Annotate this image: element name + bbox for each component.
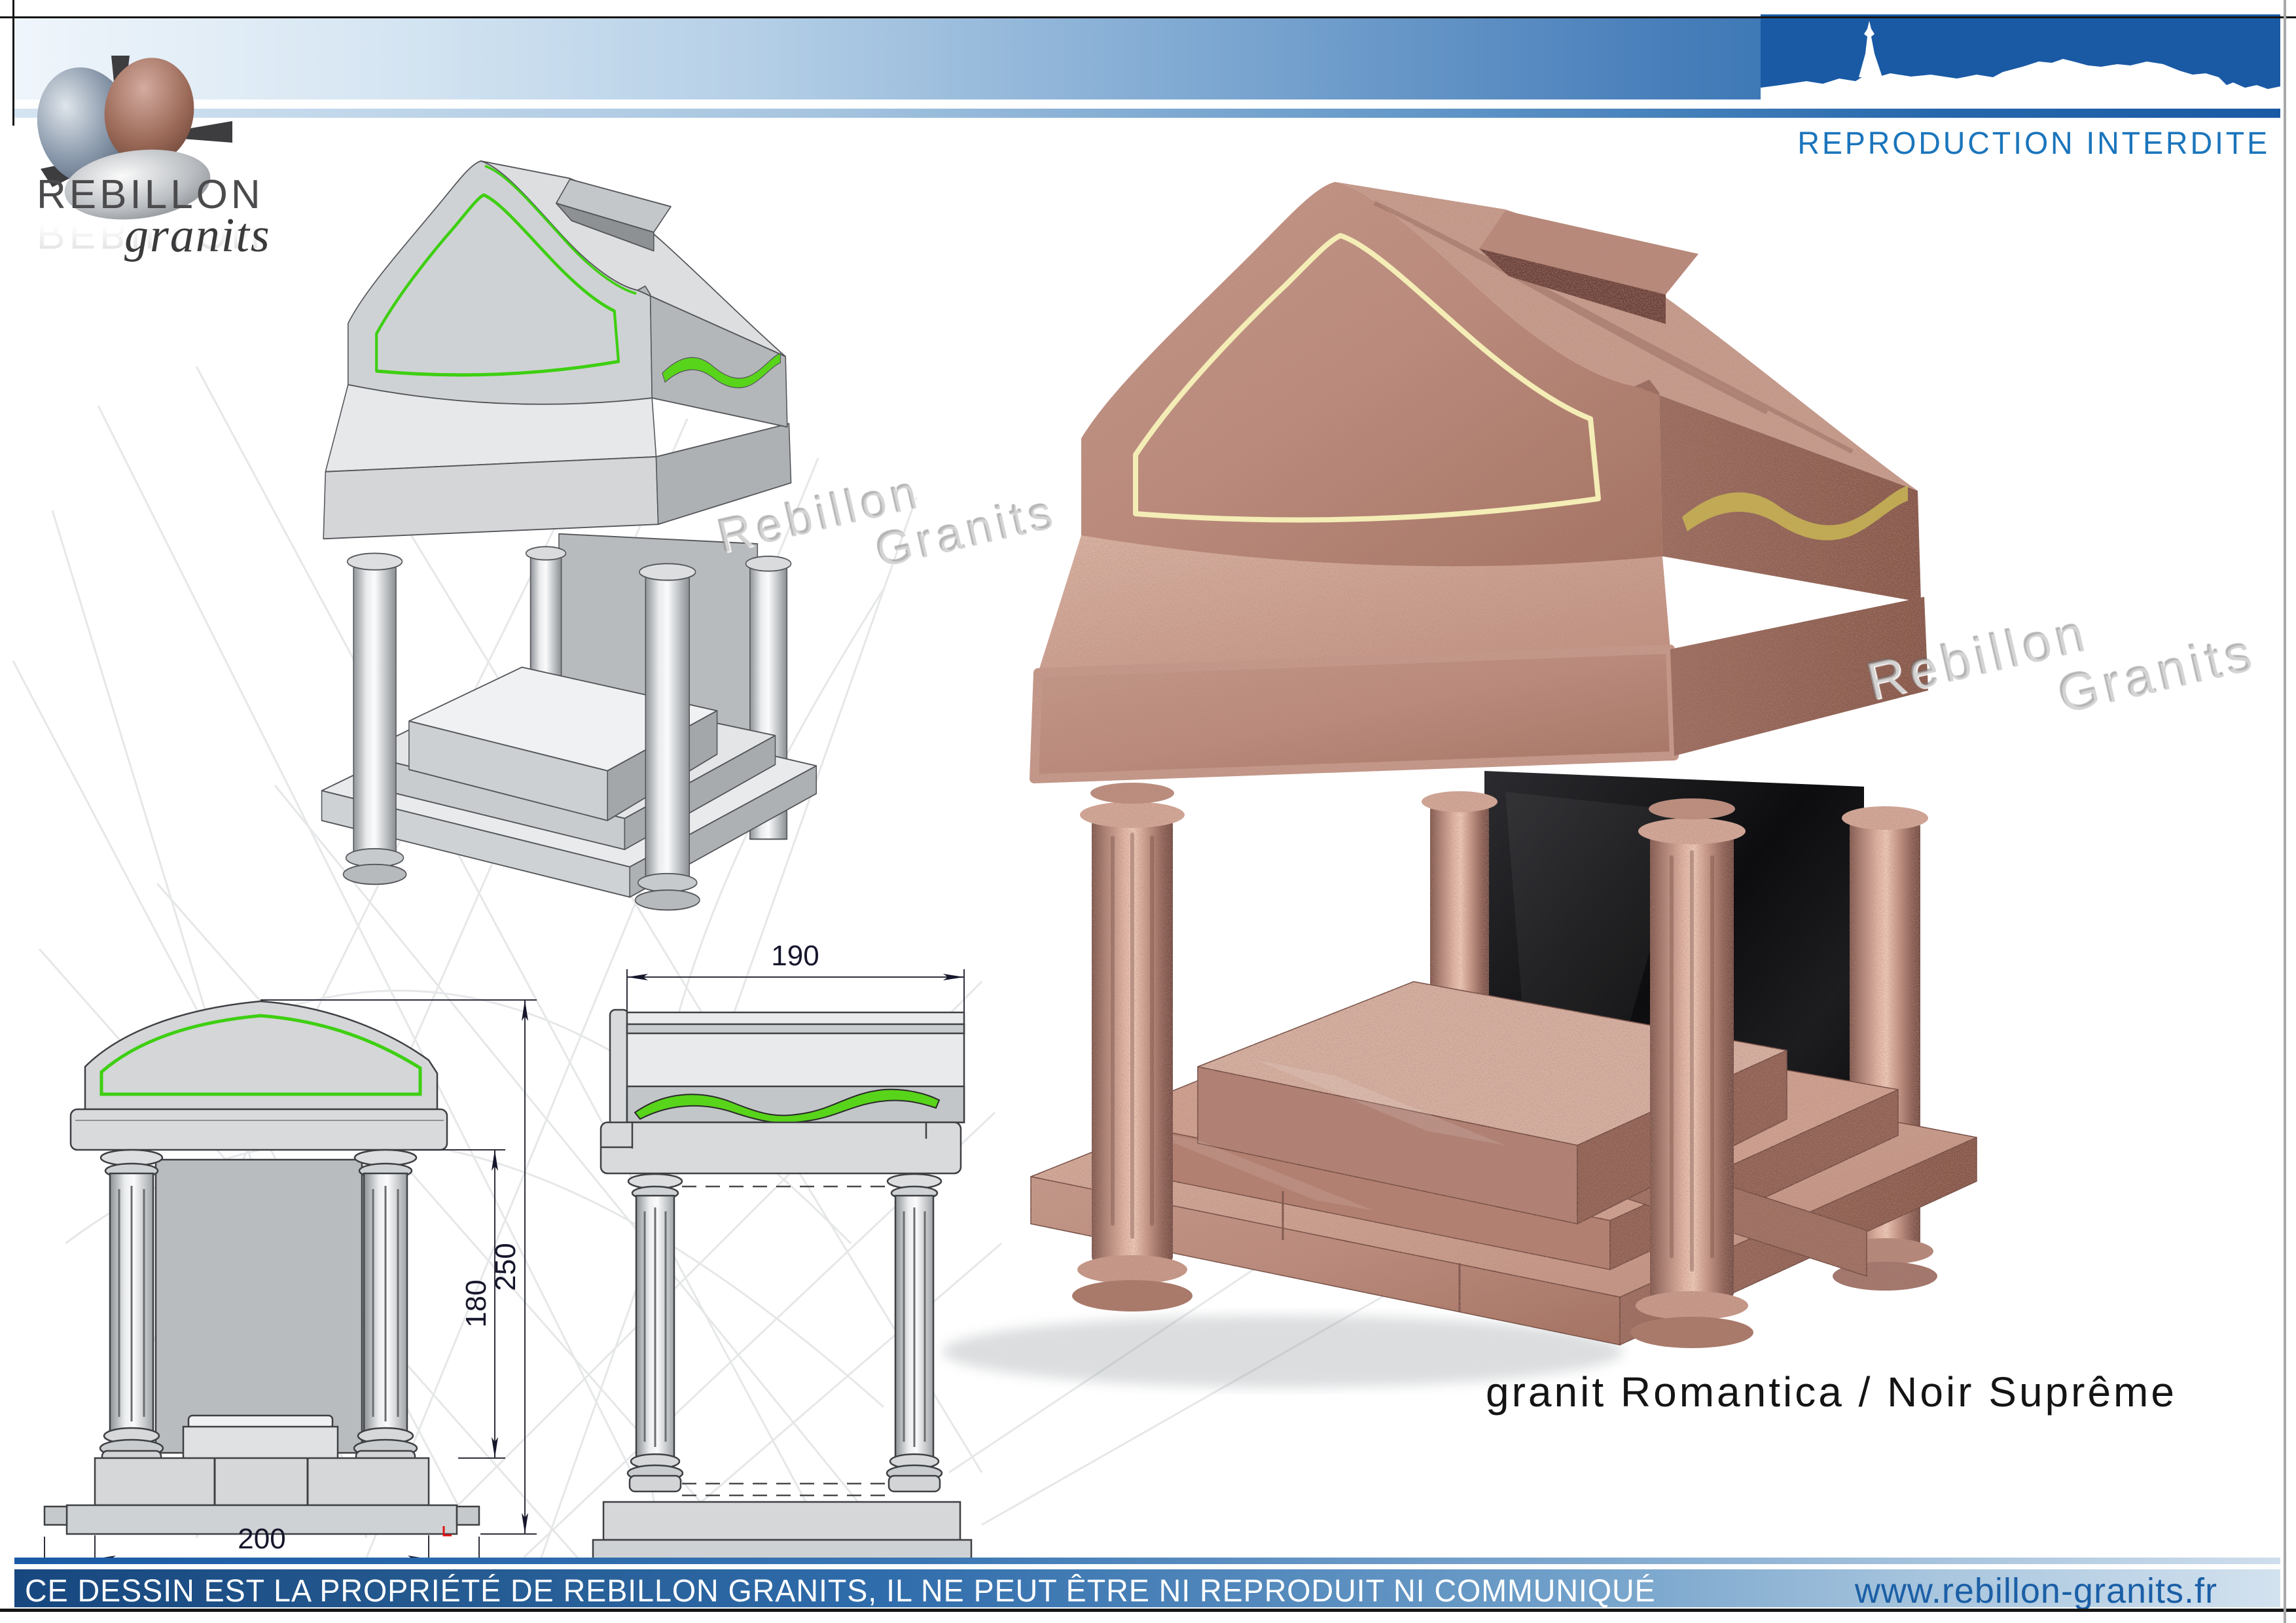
material-caption: granit Romantica / Noir Suprême [1486,1368,2271,1416]
logo-subtitle: granits [124,208,321,264]
dimension-label: 250 [490,1243,522,1291]
drawing-sheet: 200 240 180 250 [0,0,2296,1623]
footer-website: www.rebillon-granits.fr [1855,1571,2217,1611]
left-crop-line [12,0,14,126]
dimension-label: 200 [238,1523,285,1555]
lighthouse-coastline-icon [1761,14,2280,106]
top-crop-line [0,16,2296,18]
dimension-label: 190 [771,940,819,972]
reproduction-notice: REPRODUCTION INTERDITE [1797,126,2270,162]
header-thin-stripe [14,109,2280,118]
front-elevation-drawing: 200 240 180 250 [20,969,563,1616]
footer-white-stripe [14,1564,2280,1569]
side-elevation-drawing: 190 200 [569,926,1014,1616]
dimension-label: 180 [460,1279,492,1327]
right-crop-line [2284,0,2286,1623]
bottom-crop-line [0,1609,2296,1612]
footer-top-stripe [14,1558,2280,1564]
footer-property-notice: CE DESSIN EST LA PROPRIÉTÉ DE REBILLON G… [25,1573,1656,1609]
